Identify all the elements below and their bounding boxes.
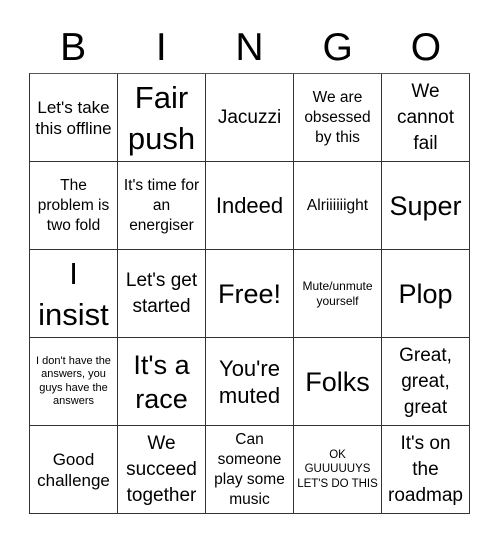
cell-text: It's time for an energiser [123,176,200,234]
bingo-cell[interactable]: It's time for an energiser [118,162,206,250]
cell-text: The problem is two fold [37,176,110,234]
header-letter-i: I [155,25,167,69]
bingo-cell[interactable]: OK GUUUUUYS LET'S DO THIS [294,426,382,514]
cell-text: We are obsessed by this [304,88,371,146]
bingo-cell[interactable]: It's a race [118,338,206,426]
cell-text: Alriiiiiight [306,196,369,214]
cell-text: Indeed [215,193,284,218]
bingo-cell[interactable]: We succeed together [118,426,206,514]
cell-text: Can someone play some music [214,430,285,508]
bingo-cell[interactable]: Let's get started [118,250,206,338]
header-letter-b: B [60,25,87,69]
cell-text: We succeed together [126,432,197,506]
cell-text: You're muted [218,355,281,408]
cell-text: Great, great, great [399,344,452,418]
cell-text: Jacuzzi [217,106,282,128]
bingo-cell[interactable]: Mute/unmute yourself [294,250,382,338]
bingo-cell[interactable]: Fair push [118,74,206,162]
bingo-cell[interactable]: Jacuzzi [206,74,294,162]
bingo-cell[interactable]: You're muted [206,338,294,426]
bingo-cell[interactable]: We are obsessed by this [294,74,382,162]
bingo-header: B I N G O [29,22,470,72]
cell-text: Folks [305,366,370,397]
header-letter-g: G [322,25,353,69]
bingo-cell[interactable]: I don't have the answers, you guys have … [30,338,118,426]
bingo-cell[interactable]: It's on the roadmap [382,426,470,514]
bingo-cell[interactable]: Super [382,162,470,250]
header-letter-n: N [235,25,264,69]
bingo-cell[interactable]: Indeed [206,162,294,250]
cell-text: I don't have the answers, you guys have … [36,354,111,408]
bingo-cell[interactable]: Good challenge [30,426,118,514]
cell-text: It's on the roadmap [388,432,463,506]
bingo-cell[interactable]: I insist [30,250,118,338]
bingo-board: Let's take this offline Fair push Jacuzz… [29,73,470,514]
bingo-cell[interactable]: Let's take this offline [30,74,118,162]
cell-text: Super [389,190,462,221]
bingo-cell[interactable]: Free! [206,250,294,338]
cell-text: Good challenge [37,449,110,490]
cell-text: Fair push [127,79,196,156]
cell-text: OK GUUUUUYS LET'S DO THIS [297,448,378,490]
cell-text: Plop [398,278,453,309]
bingo-cell[interactable]: Great, great, great [382,338,470,426]
cell-text: Let's get started [125,269,198,317]
cell-text: Mute/unmute yourself [302,279,373,308]
bingo-cell[interactable]: Plop [382,250,470,338]
cell-text: Let's take this offline [35,97,112,138]
bingo-cell[interactable]: Alriiiiiight [294,162,382,250]
cell-text: I insist [38,255,109,332]
cell-text: We cannot fail [396,80,455,154]
cell-text: It's a race [133,349,190,414]
bingo-cell[interactable]: Can someone play some music [206,426,294,514]
bingo-cell[interactable]: The problem is two fold [30,162,118,250]
bingo-cell[interactable]: We cannot fail [382,74,470,162]
cell-text: Free! [217,278,282,309]
bingo-cell[interactable]: Folks [294,338,382,426]
header-letter-o: O [410,25,442,69]
